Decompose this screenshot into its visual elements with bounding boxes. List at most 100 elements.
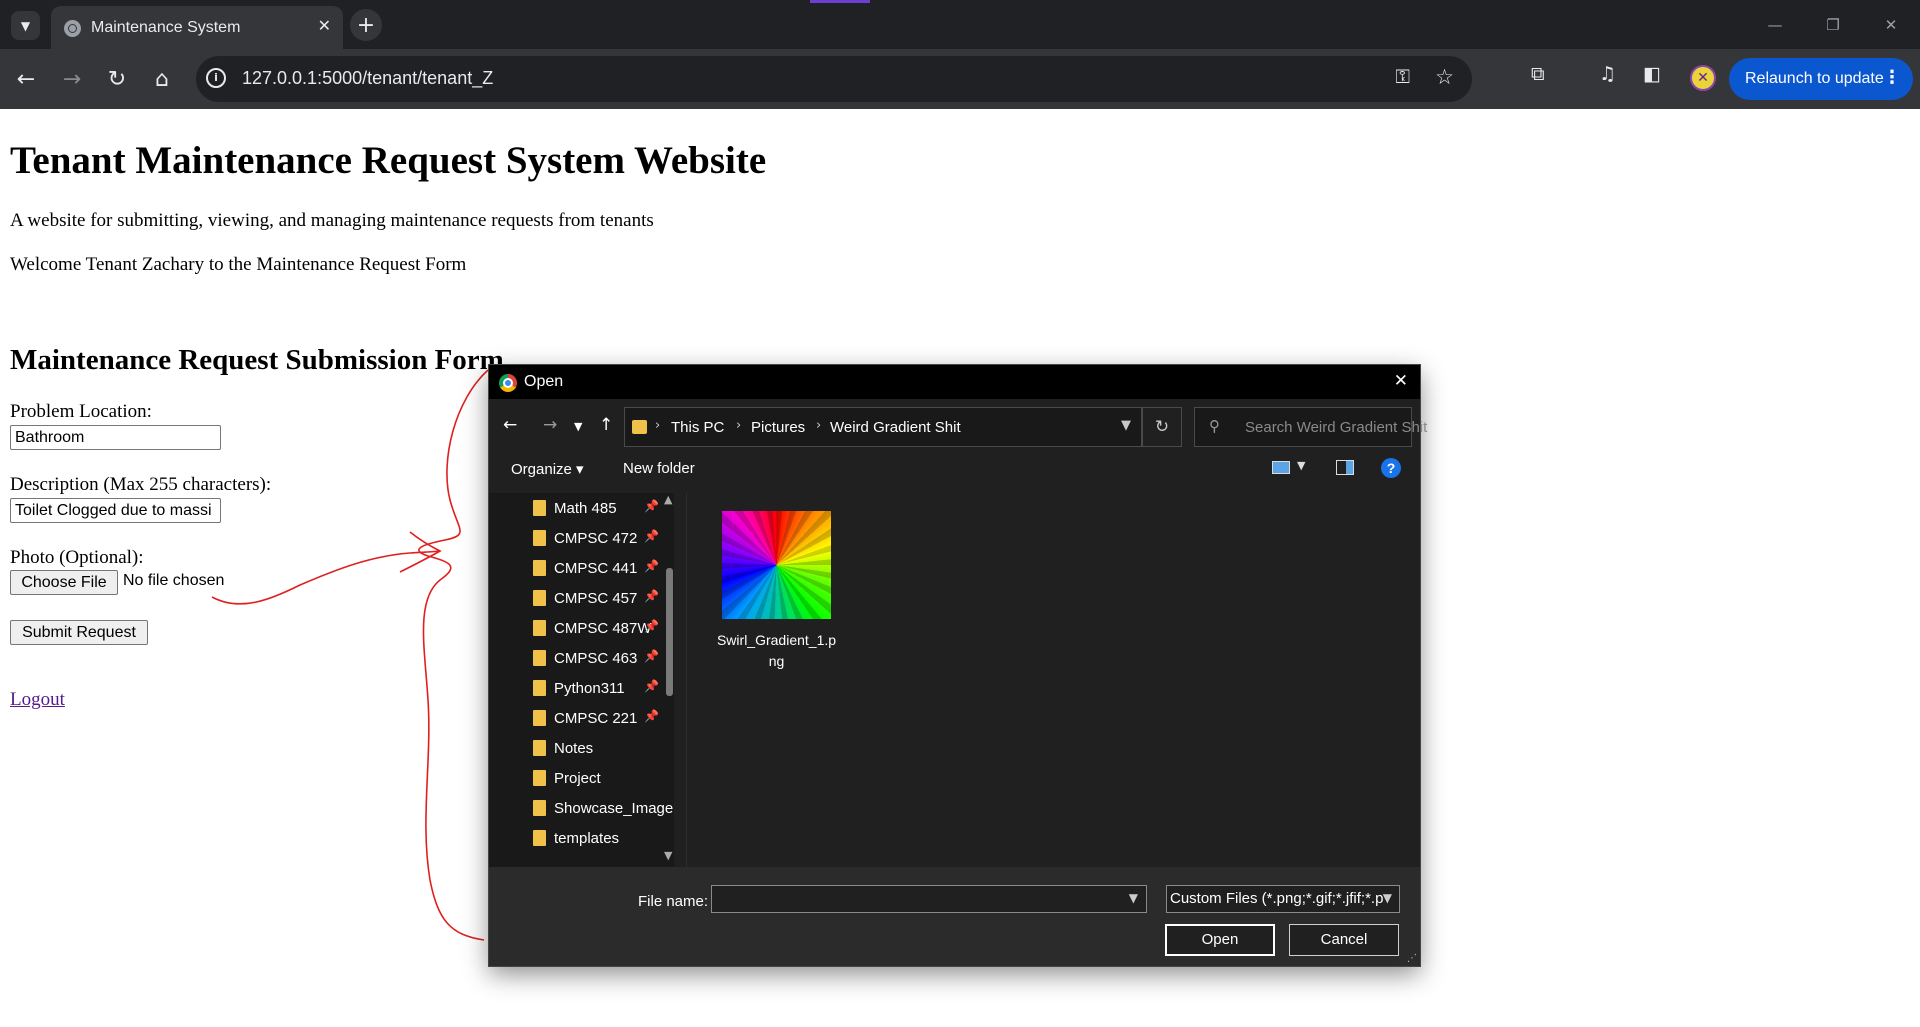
pin-icon: 📌 (644, 649, 659, 663)
nav-item-cmpsc-221[interactable]: CMPSC 221 📌 (489, 703, 664, 733)
nav-item-label: CMPSC 457 (554, 590, 638, 607)
chevron-right-icon[interactable]: › (816, 418, 821, 433)
globe-icon (64, 20, 81, 37)
nav-item-label: CMPSC 472 (554, 530, 638, 547)
refresh-icon[interactable]: ↻ (1142, 407, 1182, 447)
nav-item-python311[interactable]: Python311 📌 (489, 673, 664, 703)
breadcrumb-this-pc[interactable]: This PC (671, 419, 724, 436)
organize-menu-button[interactable]: Organize ▾ (511, 460, 584, 478)
problem-location-input[interactable]: Bathroom (10, 425, 221, 450)
submit-request-button[interactable]: Submit Request (10, 620, 148, 645)
pin-icon: 📌 (644, 709, 659, 723)
page-title: Tenant Maintenance Request System Websit… (10, 139, 767, 182)
minimize-icon[interactable]: — (1746, 0, 1804, 49)
new-folder-button[interactable]: New folder (623, 460, 695, 477)
choose-file-button[interactable]: Choose File (10, 570, 118, 595)
back-arrow-icon[interactable]: ← (503, 415, 517, 435)
pin-icon: 📌 (644, 559, 659, 573)
media-controls-icon[interactable]: ♫ (1599, 63, 1616, 85)
description-input[interactable]: Toilet Clogged due to massi (10, 498, 221, 523)
reload-icon[interactable]: ↻ (101, 63, 133, 95)
close-icon[interactable]: ✕ (318, 16, 331, 35)
file-name-input[interactable]: ▼ (711, 885, 1147, 913)
help-icon[interactable]: ? (1381, 458, 1401, 478)
search-input[interactable]: ⚲ Search Weird Gradient Shit (1194, 407, 1427, 447)
no-file-chosen-text: No file chosen (123, 572, 225, 589)
pin-icon: 📌 (644, 679, 659, 693)
chevron-down-icon[interactable]: ▼ (1121, 418, 1131, 433)
pin-icon: 📌 (644, 589, 659, 603)
cancel-button[interactable]: Cancel (1289, 924, 1399, 956)
nav-pane-scrollbar[interactable]: ▲ ▼ (664, 493, 674, 867)
nav-item-label: Notes (554, 740, 594, 757)
bookmark-star-icon[interactable]: ☆ (1435, 65, 1454, 89)
relaunch-to-update-button[interactable]: Relaunch to update ⋮ (1729, 58, 1913, 100)
nav-item-notes[interactable]: Notes (489, 733, 664, 763)
file-type-value: Custom Files (*.png;*.gif;*.jfif;*.p (1170, 890, 1384, 907)
close-icon[interactable]: ✕ (1394, 371, 1408, 391)
close-window-icon[interactable]: ✕ (1862, 0, 1920, 49)
scroll-up-icon[interactable]: ▲ (664, 493, 672, 506)
nav-item-showcase-image[interactable]: Showcase_Image (489, 793, 673, 823)
recent-locations-chevron-icon[interactable]: ▼ (574, 420, 582, 433)
preview-pane-icon[interactable] (1336, 460, 1354, 475)
scroll-down-icon[interactable]: ▼ (664, 849, 672, 862)
chrome-logo-icon (499, 374, 517, 392)
breadcrumb-pictures[interactable]: Pictures (751, 419, 805, 436)
forward-arrow-icon[interactable]: → (543, 415, 557, 435)
nav-item-templates[interactable]: templates (489, 823, 664, 853)
extensions-puzzle-icon[interactable]: ⧉ (1531, 63, 1545, 85)
logout-link[interactable]: Logout (10, 689, 65, 711)
side-panel-icon[interactable]: ◧ (1643, 63, 1661, 85)
url-text[interactable]: 127.0.0.1:5000/tenant/tenant_Z (242, 68, 493, 89)
nav-item-cmpsc-463[interactable]: CMPSC 463 📌 (489, 643, 664, 673)
nav-item-label: CMPSC 487W (554, 620, 652, 637)
nav-item-cmpsc-472[interactable]: CMPSC 472 📌 (489, 523, 664, 553)
form-heading: Maintenance Request Submission Form (10, 344, 504, 376)
file-item-swirl-gradient[interactable]: Swirl_Gradient_1.png (714, 505, 836, 669)
tab-maintenance-system[interactable]: Maintenance System ✕ (51, 6, 343, 49)
chevron-right-icon[interactable]: › (655, 418, 660, 433)
kebab-menu-icon[interactable]: ⋮ (1883, 67, 1901, 88)
nav-item-label: Python311 (554, 680, 625, 697)
resize-grip-icon[interactable]: ⋰ (1407, 953, 1417, 964)
forward-arrow-icon[interactable]: → (56, 63, 88, 95)
search-icon: ⚲ (1209, 417, 1220, 435)
home-icon[interactable]: ⌂ (146, 63, 178, 95)
password-key-icon[interactable]: ⚿ (1396, 66, 1410, 88)
up-arrow-icon[interactable]: ↑ (599, 415, 613, 435)
site-info-icon[interactable]: i (206, 68, 226, 88)
folder-icon (533, 530, 546, 546)
nav-item-cmpsc-441[interactable]: CMPSC 441 📌 (489, 553, 664, 583)
scrollbar-thumb[interactable] (666, 568, 673, 696)
new-tab-button[interactable]: + (350, 9, 382, 41)
chevron-right-icon[interactable]: › (736, 418, 741, 433)
breadcrumb-current-folder[interactable]: Weird Gradient Shit (830, 419, 961, 436)
breadcrumb[interactable]: › This PC › Pictures › Weird Gradient Sh… (624, 407, 1142, 447)
open-file-dialog: Open ✕ ← → ▼ ↑ › This PC › Pictures › We… (489, 365, 1427, 966)
change-view-icon[interactable] (1272, 461, 1290, 474)
nav-item-label: CMPSC 441 (554, 560, 638, 577)
view-options-chevron-icon[interactable]: ▼ (1297, 459, 1305, 472)
file-name-field-label: File name: (638, 893, 709, 910)
chevron-down-icon[interactable]: ▼ (1382, 891, 1392, 905)
folder-icon (533, 830, 546, 846)
file-type-select[interactable]: Custom Files (*.png;*.gif;*.jfif;*.p ▼ (1166, 885, 1400, 913)
nav-item-cmpsc-457[interactable]: CMPSC 457 📌 (489, 583, 664, 613)
open-button[interactable]: Open (1165, 924, 1275, 956)
restore-icon[interactable]: ❐ (1804, 0, 1862, 49)
folder-icon (533, 560, 546, 576)
back-arrow-icon[interactable]: ← (10, 63, 42, 95)
window-accent-bar (810, 0, 870, 3)
pin-icon: 📌 (644, 529, 659, 543)
nav-item-project[interactable]: Project (489, 763, 664, 793)
profile-avatar-icon[interactable]: ✕ (1690, 65, 1716, 91)
description-label: Description (Max 255 characters): (10, 474, 272, 495)
chevron-down-icon[interactable]: ▼ (11, 11, 40, 40)
navigation-pane: Math 485 📌 CMPSC 472 📌 CMPSC 441 📌 CMPSC… (489, 493, 674, 867)
pane-splitter[interactable] (686, 493, 687, 867)
chevron-down-icon[interactable]: ▼ (1129, 891, 1138, 905)
address-bar[interactable]: i 127.0.0.1:5000/tenant/tenant_Z ⚿ ☆ (196, 56, 1472, 102)
nav-item-cmpsc-487w[interactable]: CMPSC 487W 📌 (489, 613, 664, 643)
nav-item-math-485[interactable]: Math 485 📌 (489, 493, 664, 523)
